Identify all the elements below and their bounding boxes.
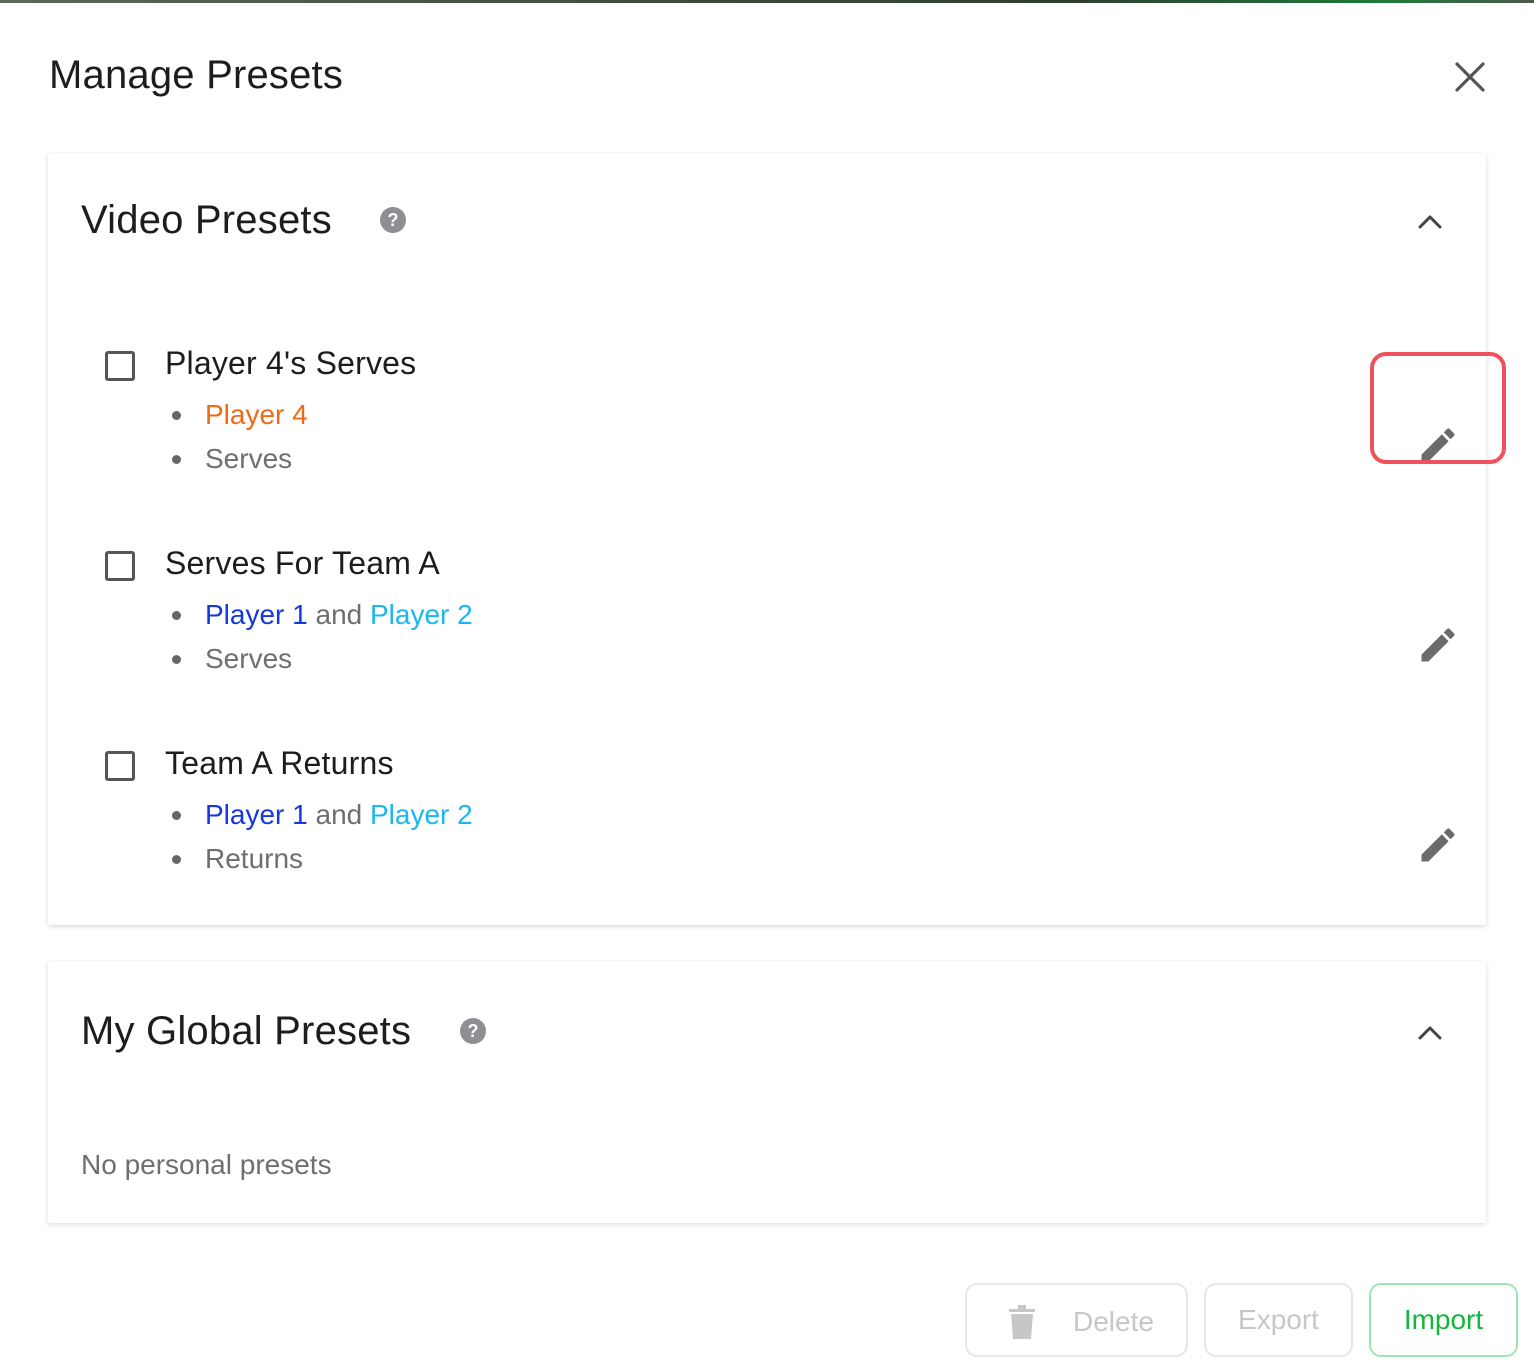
preset-action: Returns <box>165 837 473 881</box>
edit-preset-button[interactable] <box>1370 389 1506 499</box>
action-label: Returns <box>205 843 304 874</box>
manage-presets-modal: Manage Presets Video Presets ? Player 4'… <box>0 3 1534 1370</box>
preset-details: Player 1 and Player 2 Serves <box>165 593 473 681</box>
action-label: Serves <box>205 443 293 474</box>
video-presets-panel: Video Presets ? Player 4's Serves Player… <box>48 153 1486 925</box>
preset-players: Player 1 and Player 2 <box>165 793 473 837</box>
preset-details: Player 1 and Player 2 Returns <box>165 793 473 881</box>
player-label: Player 1 <box>205 799 308 830</box>
bullet-icon <box>172 811 181 820</box>
player-label: Player 1 <box>205 599 308 630</box>
player-joiner: and <box>315 599 363 630</box>
pencil-icon <box>1421 828 1455 862</box>
help-icon[interactable]: ? <box>459 1017 487 1045</box>
preset-checkbox[interactable] <box>105 551 135 581</box>
bullet-icon <box>172 411 181 420</box>
svg-text:?: ? <box>388 210 399 230</box>
chevron-up-icon <box>1418 1026 1442 1040</box>
preset-action: Serves <box>165 437 308 481</box>
preset-players: Player 4 <box>165 393 308 437</box>
preset-details: Player 4 Serves <box>165 393 308 481</box>
bullet-icon <box>172 655 181 664</box>
bullet-icon <box>172 855 181 864</box>
video-presets-title: Video Presets <box>81 198 332 242</box>
preset-item: Player 4's Serves Player 4 Serves <box>48 343 1486 503</box>
chevron-up-icon <box>1418 215 1442 229</box>
preset-action: Serves <box>165 637 473 681</box>
preset-checkbox[interactable] <box>105 351 135 381</box>
close-icon <box>1455 62 1485 92</box>
edit-preset-button[interactable] <box>1370 789 1506 899</box>
bullet-icon <box>172 611 181 620</box>
player-label: Player 4 <box>205 399 308 430</box>
global-presets-title: My Global Presets <box>81 1009 412 1053</box>
edit-preset-button[interactable] <box>1370 589 1506 699</box>
player-label: Player 2 <box>370 599 473 630</box>
modal-title: Manage Presets <box>49 53 344 97</box>
collapse-video-presets-button[interactable] <box>1412 203 1448 239</box>
global-presets-panel: My Global Presets ? No personal presets <box>48 961 1486 1223</box>
export-button[interactable]: Export <box>1204 1283 1353 1357</box>
player-joiner: and <box>315 799 363 830</box>
delete-label: Delete <box>1073 1306 1154 1337</box>
collapse-global-presets-button[interactable] <box>1412 1014 1448 1050</box>
preset-name: Player 4's Serves <box>165 345 417 381</box>
preset-name: Team A Returns <box>165 745 394 781</box>
bullet-icon <box>172 455 181 464</box>
action-label: Serves <box>205 643 293 674</box>
preset-item: Serves For Team A Player 1 and Player 2 … <box>48 543 1486 703</box>
trash-icon <box>1009 1305 1035 1339</box>
svg-text:?: ? <box>468 1021 479 1041</box>
player-label: Player 2 <box>370 799 473 830</box>
import-button[interactable]: Import <box>1369 1283 1518 1357</box>
pencil-icon <box>1421 628 1455 662</box>
delete-button[interactable]: Delete <box>965 1283 1188 1357</box>
preset-players: Player 1 and Player 2 <box>165 593 473 637</box>
empty-presets-message: No personal presets <box>81 1149 332 1180</box>
preset-item: Team A Returns Player 1 and Player 2 Ret… <box>48 743 1486 903</box>
preset-name: Serves For Team A <box>165 545 440 581</box>
help-icon[interactable]: ? <box>379 206 407 234</box>
pencil-icon <box>1421 428 1455 462</box>
close-button[interactable] <box>1448 55 1492 99</box>
preset-checkbox[interactable] <box>105 751 135 781</box>
